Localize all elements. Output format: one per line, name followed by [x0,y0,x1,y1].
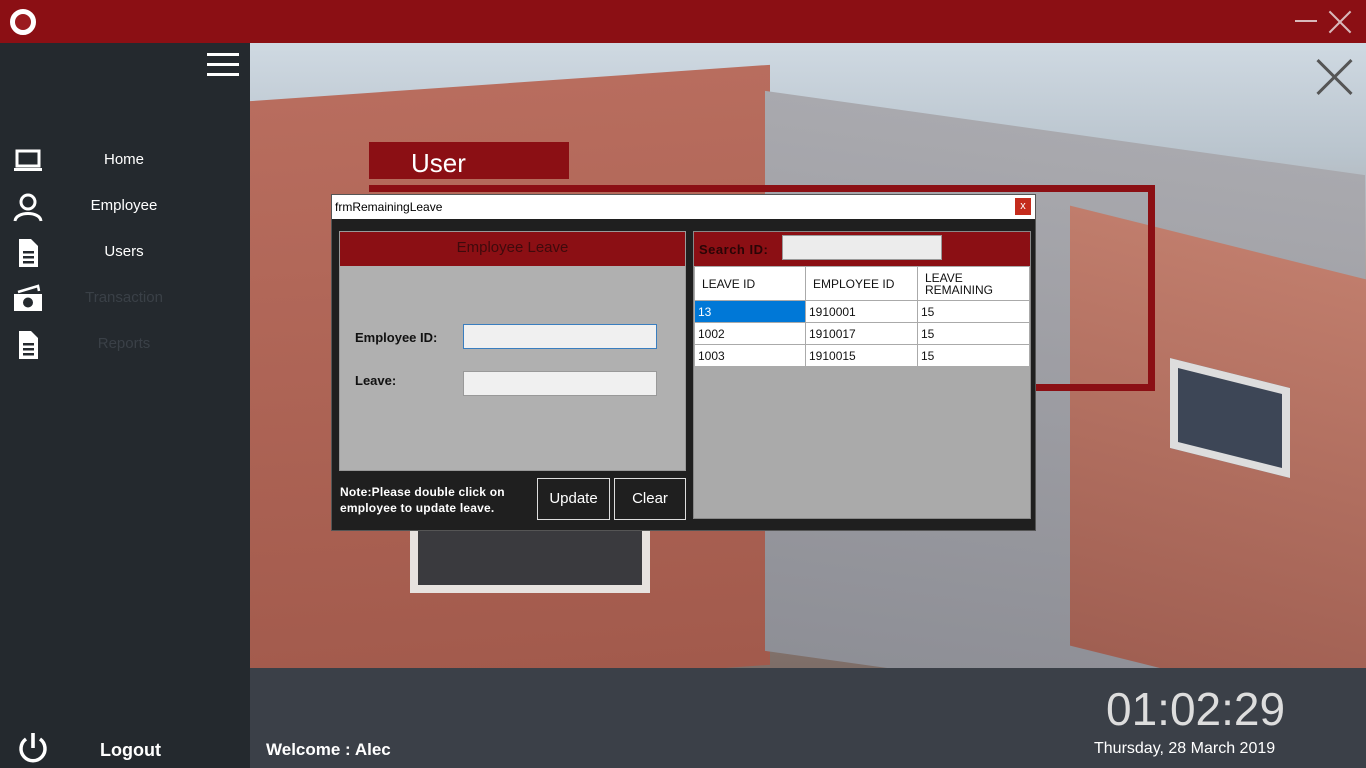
table-row[interactable]: 1002 1910017 15 [694,322,1030,345]
money-icon [14,284,42,311]
table-cell: 13 [694,300,806,323]
dialog-close-button[interactable]: x [1015,198,1031,215]
logout-button[interactable]: Logout [100,740,161,761]
section-title: User [369,142,569,179]
report-icon [19,331,38,359]
table-cell: 1003 [694,344,806,367]
sidebar-item-label: Home [103,151,144,168]
leave-table: LEAVE ID EMPLOYEE ID LEAVE REMAINING 13 … [694,266,1030,367]
employee-id-label: Employee ID: [355,330,438,345]
close-icon[interactable] [1328,10,1352,34]
table-cell: 1910001 [805,300,918,323]
clear-button[interactable]: Clear [614,478,686,520]
hamburger-menu-icon[interactable] [207,53,239,76]
column-header-leave-remaining[interactable]: LEAVE REMAINING [917,266,1030,301]
table-cell: 15 [917,300,1030,323]
sidebar-item-label: Employee [90,197,158,214]
sidebar-item-transaction: Transaction [0,279,250,319]
remaining-leave-dialog: frmRemainingLeave x Employee Leave Emplo… [331,194,1036,531]
employee-leave-panel: Employee Leave Employee ID: Leave: [339,231,686,471]
employee-id-field[interactable] [463,324,657,349]
clock: 01:02:29 [1106,683,1286,735]
footer: Welcome : Alec 01:02:29 Thursday, 28 Mar… [250,668,1366,768]
table-cell: 15 [917,322,1030,345]
sidebar: Home Employee Users Transaction Reports … [0,43,250,768]
sidebar-item-label: Transaction [85,289,163,306]
sidebar-item-reports: Reports [0,325,250,365]
sidebar-item-label: Reports [97,335,151,352]
search-bar: Search ID: [694,232,1030,266]
update-button[interactable]: Update [537,478,610,520]
close-icon[interactable] [1314,57,1354,97]
leave-list-panel: Search ID: LEAVE ID EMPLOYEE ID LEAVE RE… [693,231,1031,519]
username: Alec [354,740,391,759]
title-bar [0,0,1366,43]
user-icon [13,193,43,222]
welcome-text: Welcome : Alec [266,740,391,759]
table-cell: 15 [917,344,1030,367]
column-header-leave-id[interactable]: LEAVE ID [694,266,806,301]
college-seal-logo [10,9,36,35]
leave-field[interactable] [463,371,657,396]
table-row[interactable]: 1003 1910015 15 [694,344,1030,367]
column-header-employee-id[interactable]: EMPLOYEE ID [805,266,918,301]
laptop-icon [14,149,42,171]
panel-header: Employee Leave [340,232,685,266]
document-icon [19,239,38,267]
table-cell: 1910015 [805,344,918,367]
sidebar-item-label: Users [104,243,144,260]
table-cell: 1002 [694,322,806,345]
date-label: Thursday, 28 March 2019 [1094,740,1276,757]
power-icon[interactable] [16,731,50,765]
dialog-title-bar: frmRemainingLeave x [332,195,1035,219]
sidebar-item-users[interactable]: Users [0,233,250,273]
sidebar-item-home[interactable]: Home [0,141,250,181]
note-text: Note:Please double click on employee to … [340,485,505,515]
minimize-icon[interactable] [1295,20,1317,22]
search-input[interactable] [782,235,942,260]
leave-label: Leave: [355,373,397,388]
dialog-title: frmRemainingLeave [335,200,443,214]
table-row[interactable]: 13 1910001 15 [694,300,1030,323]
table-cell: 1910017 [805,322,918,345]
search-label: Search ID: [699,242,769,257]
sidebar-item-employee[interactable]: Employee [0,187,250,227]
